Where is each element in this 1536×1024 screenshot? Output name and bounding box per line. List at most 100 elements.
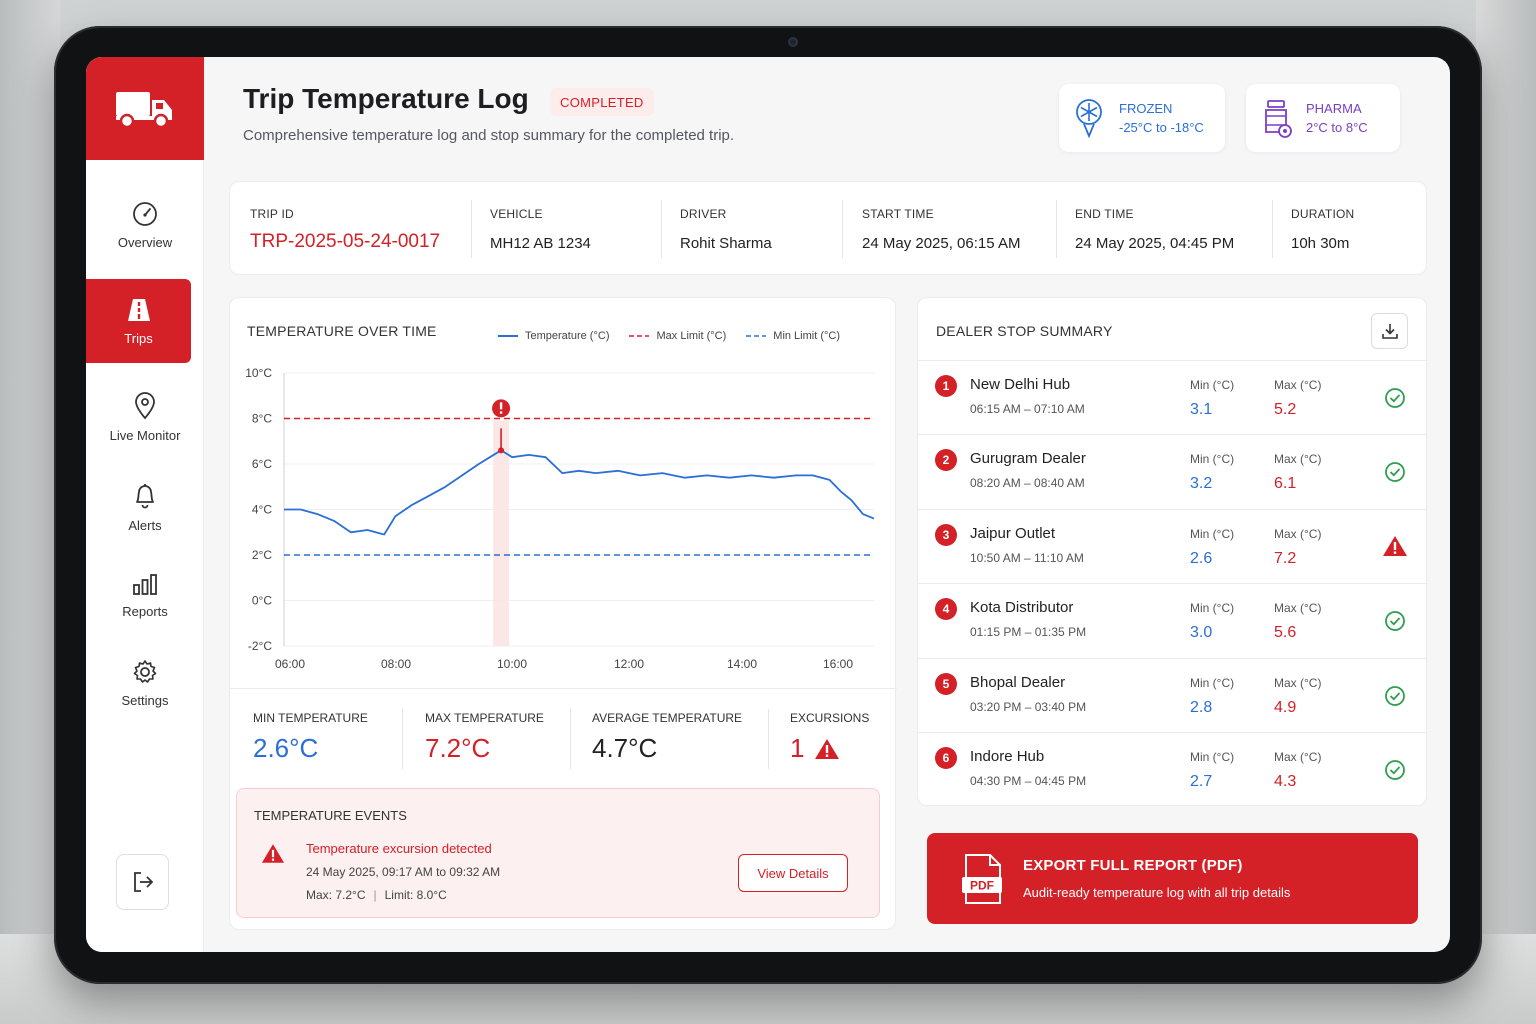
nav-alerts[interactable]: Alerts (86, 465, 204, 549)
nav-overview[interactable]: Overview (86, 183, 204, 267)
stop-time: 10:50 AM – 11:10 AM (970, 550, 1084, 565)
snowflake-thermometer-icon (1076, 99, 1102, 138)
stop-max-value: 5.6 (1274, 624, 1297, 642)
dealer-stop-summary: DEALER STOP SUMMARY 1 New Delhi Hub 06:15 … (917, 297, 1428, 806)
stop-time: 03:20 PM – 03:40 PM (970, 699, 1087, 714)
stop-max-label: Max (°C) (1274, 526, 1322, 541)
stop-name: Gurugram Dealer (970, 450, 1086, 468)
stop-number: 4 (935, 598, 957, 621)
warning-icon (261, 844, 285, 863)
stop-max-label: Max (°C) (1274, 601, 1322, 616)
event-max: Max: 7.2°C (306, 888, 366, 902)
stop-time: 04:30 PM – 04:45 PM (970, 774, 1087, 788)
nav-label: Live Monitor (109, 427, 181, 443)
temperature-series-line (284, 449, 875, 536)
background-right (1476, 0, 1536, 1024)
stop-row[interactable]: 5 Bhopal Dealer 03:20 PM – 03:40 PM Min (°C… (918, 657, 1428, 732)
excursion-alert-dot (499, 411, 503, 414)
nav-settings[interactable]: Settings (86, 641, 204, 725)
stop-row[interactable]: 3 Jaipur Outlet 10:50 AM – 11:10 AM Min (°C… (918, 508, 1428, 583)
duration-field: DURATION 10h 30m (1291, 200, 1354, 258)
location-pin-icon (135, 391, 155, 419)
download-button[interactable] (1371, 313, 1408, 349)
stop-max-label: Max (°C) (1274, 750, 1322, 764)
stop-name: Jaipur Outlet (970, 524, 1056, 542)
stop-status (1384, 461, 1406, 488)
min-temp-value: 2.6°C (253, 733, 319, 763)
export-title: EXPORT FULL REPORT (PDF) (1023, 857, 1243, 874)
stop-number: 6 (935, 747, 957, 769)
stop-number: 3 (935, 523, 957, 546)
stop-min-value: 3.0 (1190, 624, 1213, 642)
stop-max-value: 4.9 (1274, 698, 1297, 716)
app-logo[interactable] (86, 57, 204, 160)
stop-min-value: 2.6 (1190, 549, 1213, 567)
gauge-icon (133, 201, 157, 226)
nav-trips[interactable]: Trips (86, 279, 191, 363)
view-details-button[interactable]: View Details (738, 854, 848, 892)
x-tick-label: 10:00 (497, 657, 527, 671)
check-circle-icon (1385, 388, 1405, 408)
stop-time: 06:15 AM – 07:10 AM (970, 402, 1085, 416)
export-subtitle: Audit-ready temperature log with all tri… (1023, 885, 1291, 900)
status-badge: COMPLETED (550, 88, 654, 116)
stop-max-value: 4.3 (1274, 773, 1297, 790)
stop-min-value: 2.8 (1190, 698, 1213, 716)
min-temp-stat: MIN TEMPERATURE 2.6°C (253, 711, 368, 764)
nav-reports[interactable]: Reports (86, 553, 204, 637)
nav-live-monitor[interactable]: Live Monitor (86, 375, 204, 459)
avg-temp-label: AVERAGE TEMPERATURE (592, 711, 743, 725)
start-time-label: START TIME (862, 207, 934, 221)
stop-row[interactable]: 4 Kota Distributor 01:15 PM – 01:35 PM Min … (918, 583, 1428, 657)
stop-status (1384, 387, 1406, 414)
y-tick-label: 4°C (252, 503, 272, 517)
pharma-label: PHARMA (1306, 101, 1362, 116)
temperature-line-chart[interactable]: 10°C 8°C 6°C 4°C 2°C 0°C -2°C06:00 08:00 10:00 12… (230, 298, 897, 688)
logout-button[interactable] (116, 854, 169, 910)
nav-label: Alerts (128, 517, 162, 533)
logout-icon (133, 872, 153, 892)
frozen-range: -25°C to -18°C (1119, 120, 1204, 135)
stop-row[interactable]: 6 Indore Hub 04:30 PM – 04:45 PM Min (°C) Ma… (918, 732, 1428, 806)
x-tick-label: 12:00 (614, 657, 644, 671)
stop-min-value: 2.7 (1190, 773, 1213, 790)
stop-row[interactable]: 1 New Delhi Hub 06:15 AM – 07:10 AM Min (°C… (918, 360, 1428, 434)
x-tick-label: 16:00 (823, 657, 853, 671)
stop-max-label: Max (°C) (1274, 452, 1322, 467)
background-left (0, 0, 60, 1024)
y-tick-label: 8°C (252, 412, 272, 426)
y-tick-label: 0°C (252, 594, 272, 608)
stop-row[interactable]: 2 Gurugram Dealer 08:20 AM – 08:40 AM Min (… (918, 434, 1428, 508)
excursion-alert-mark (499, 402, 503, 410)
pharma-range: 2°C to 8°C (1306, 120, 1368, 135)
divider (1056, 200, 1057, 258)
start-time-value: 24 May 2025, 06:15 AM (862, 235, 1021, 252)
nav-label: Settings (121, 692, 169, 708)
stop-min-label: Min (°C) (1190, 526, 1235, 541)
stop-min-value: 3.2 (1190, 475, 1213, 493)
frozen-range-card[interactable]: FROZEN -25°C to -18°C (1059, 84, 1225, 152)
bell-icon (136, 483, 154, 508)
y-tick-label: 2°C (252, 548, 272, 562)
trip-id-value[interactable]: TRP-2025-05-24-0017 (250, 231, 440, 253)
stop-min-label: Min (°C) (1190, 378, 1235, 392)
dealer-title: DEALER STOP SUMMARY (936, 323, 1113, 339)
export-report-button[interactable]: PDF EXPORT FULL REPORT (PDF) Audit-ready… (927, 833, 1418, 924)
stop-status (1382, 535, 1408, 562)
event-time: 24 May 2025, 09:17 AM to 09:32 AM (306, 865, 501, 879)
stop-min-label: Min (°C) (1190, 452, 1235, 467)
divider (1272, 200, 1273, 258)
pdf-icon-text: PDF (970, 879, 994, 893)
road-icon (127, 298, 150, 321)
stop-name: Indore Hub (970, 748, 1045, 765)
divider (471, 200, 472, 258)
excursions-stat: EXCURSIONS 1 (790, 711, 869, 764)
stop-time: 08:20 AM – 08:40 AM (970, 476, 1085, 491)
stop-name: Bhopal Dealer (970, 673, 1066, 691)
pharma-range-card[interactable]: PHARMA 2°C to 8°C (1246, 84, 1400, 152)
stop-status (1384, 759, 1406, 786)
stop-max-value: 5.2 (1274, 401, 1297, 418)
temperature-stats: MIN TEMPERATURE 2.6°C MAX TEMPERATURE 7.… (230, 688, 897, 780)
app-screen: Overview Trips Live Monitor Alerts Repor… (86, 57, 1450, 952)
event-headline: Temperature excursion detected (306, 841, 492, 856)
